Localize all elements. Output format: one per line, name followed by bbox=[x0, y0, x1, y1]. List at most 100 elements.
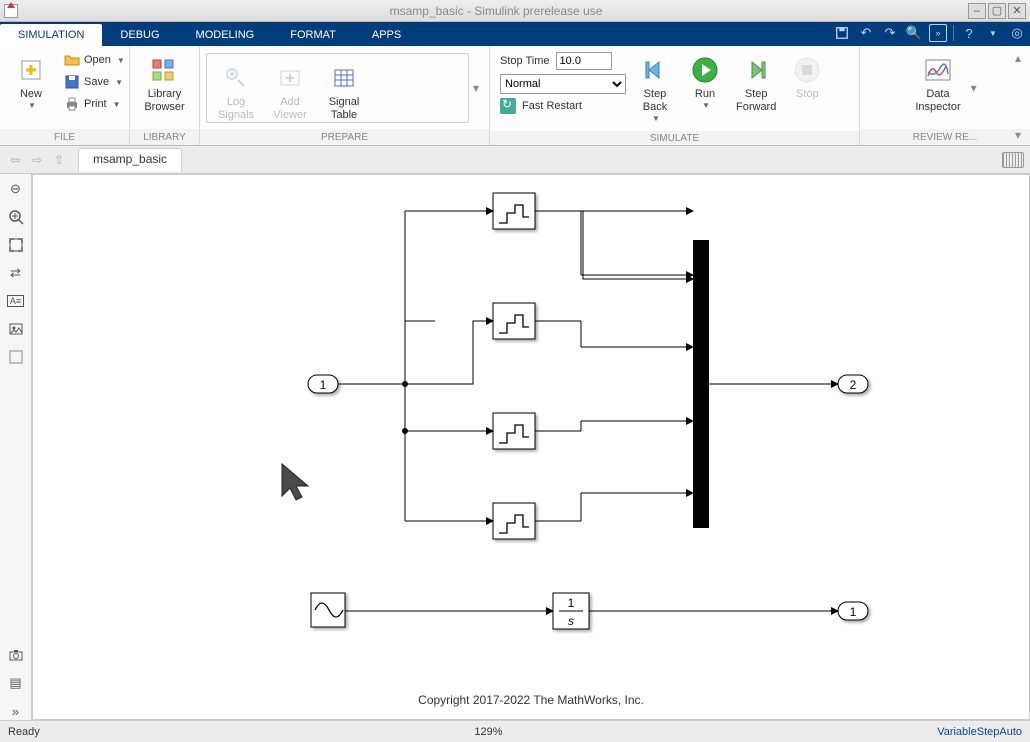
signal-table-icon bbox=[328, 62, 360, 94]
sine-wave-block[interactable] bbox=[311, 593, 345, 627]
zoh-block-1[interactable] bbox=[493, 193, 535, 229]
group-label-simulate: SIMULATE bbox=[490, 131, 859, 145]
svg-text:1: 1 bbox=[320, 378, 327, 392]
target-icon[interactable]: ◎ bbox=[1008, 24, 1026, 42]
log-signals-icon bbox=[220, 62, 252, 94]
window-title: msamp_basic - Simulink prerelease use bbox=[24, 4, 968, 18]
signal-table-button[interactable]: Signal Table bbox=[319, 58, 369, 126]
stop-icon bbox=[791, 54, 823, 86]
fast-restart-icon bbox=[500, 98, 516, 114]
group-label-review: REVIEW RE... bbox=[860, 129, 1030, 145]
step-forward-button[interactable]: Step Forward bbox=[730, 50, 782, 118]
status-bar: Ready 129% VariableStepAuto bbox=[0, 720, 1030, 742]
group-label-prepare: PREPARE bbox=[200, 129, 489, 145]
print-icon bbox=[64, 96, 80, 112]
close-button[interactable]: ✕ bbox=[1008, 3, 1026, 19]
toolstrip-expand-icon[interactable]: ▾ bbox=[1010, 127, 1026, 143]
integrator-block[interactable]: 1 s bbox=[553, 593, 589, 629]
maximize-button[interactable]: ▢ bbox=[988, 3, 1006, 19]
log-signals-button[interactable]: Log Signals bbox=[211, 58, 261, 126]
print-button[interactable]: Print ▼ bbox=[60, 94, 129, 114]
block-diagram: 1 2 bbox=[33, 175, 1029, 715]
group-label-library: LIBRARY bbox=[130, 129, 199, 145]
zoh-block-2[interactable] bbox=[493, 303, 535, 339]
save-icon bbox=[64, 74, 80, 90]
add-viewer-icon bbox=[274, 62, 306, 94]
hide-browser-icon[interactable]: ⊖ bbox=[7, 180, 25, 198]
more-icon[interactable]: » bbox=[7, 702, 25, 720]
help-dropdown-icon[interactable]: ▼ bbox=[984, 24, 1002, 42]
stop-time-input[interactable] bbox=[556, 52, 612, 70]
tab-apps[interactable]: APPS bbox=[354, 24, 419, 46]
prepare-expand-icon[interactable]: ▾ bbox=[469, 81, 483, 95]
svg-text:1: 1 bbox=[568, 596, 575, 610]
toolstrip-tabs: SIMULATION DEBUG MODELING FORMAT APPS ↶ … bbox=[0, 22, 1030, 46]
nav-forward-icon[interactable]: ⇨ bbox=[28, 151, 46, 169]
simulation-mode-select[interactable]: Normal bbox=[500, 74, 626, 94]
stop-time-label: Stop Time bbox=[500, 55, 550, 67]
window-titlebar: msamp_basic - Simulink prerelease use – … bbox=[0, 0, 1030, 22]
new-icon bbox=[15, 54, 47, 86]
model-tab[interactable]: msamp_basic bbox=[78, 148, 182, 172]
nav-up-icon[interactable]: ⇧ bbox=[50, 151, 68, 169]
review-expand-icon[interactable]: ▾ bbox=[967, 81, 981, 95]
chevron-down-icon: ▼ bbox=[28, 101, 36, 110]
fast-restart-button[interactable]: Fast Restart bbox=[500, 98, 626, 114]
svg-text:1: 1 bbox=[850, 605, 857, 619]
save-button[interactable]: Save ▼ bbox=[60, 72, 129, 92]
copyright-text: Copyright 2017-2022 The MathWorks, Inc. bbox=[33, 693, 1029, 707]
explorer-bar: ⇦ ⇨ ⇧ msamp_basic bbox=[0, 146, 1030, 174]
toolstrip-collapse-icon[interactable]: ▴ bbox=[1010, 50, 1026, 66]
library-browser-button[interactable]: Library Browser bbox=[138, 50, 190, 118]
undo-icon[interactable]: ↶ bbox=[857, 24, 875, 42]
svg-text:s: s bbox=[568, 614, 574, 628]
zoh-block-4[interactable] bbox=[493, 503, 535, 539]
folder-open-icon bbox=[64, 52, 80, 68]
status-zoom[interactable]: 129% bbox=[40, 726, 937, 738]
app-icon bbox=[4, 4, 18, 18]
zoh-block-3[interactable] bbox=[493, 413, 535, 449]
annotation-icon[interactable]: A≡ bbox=[7, 292, 25, 310]
mux-block[interactable] bbox=[693, 240, 709, 528]
canvas-palette: ⊖ ⇄ A≡ ▤ » bbox=[0, 174, 32, 720]
redo-icon[interactable]: ↷ bbox=[881, 24, 899, 42]
tab-modeling[interactable]: MODELING bbox=[178, 24, 273, 46]
image-icon[interactable] bbox=[7, 320, 25, 338]
group-label-file: FILE bbox=[0, 129, 129, 145]
step-back-button[interactable]: Step Back ▼ bbox=[630, 50, 680, 127]
inport-block[interactable]: 1 bbox=[308, 375, 338, 393]
library-icon bbox=[149, 54, 181, 86]
model-canvas[interactable]: 1 2 bbox=[32, 174, 1030, 720]
screenshot-icon[interactable] bbox=[7, 646, 25, 664]
keyboard-icon[interactable] bbox=[1002, 152, 1024, 168]
run-button[interactable]: Run ▼ bbox=[680, 50, 730, 114]
help-icon[interactable]: ? bbox=[960, 24, 978, 42]
tab-simulation[interactable]: SIMULATION bbox=[0, 24, 102, 46]
data-inspector-icon bbox=[922, 54, 954, 86]
shortcuts-icon[interactable]: » bbox=[929, 24, 947, 42]
step-forward-icon bbox=[740, 54, 772, 86]
step-back-icon bbox=[639, 54, 671, 86]
fit-to-view-icon[interactable] bbox=[7, 236, 25, 254]
data-inspector-button[interactable]: Data Inspector bbox=[909, 50, 966, 118]
add-viewer-button[interactable]: Add Viewer bbox=[265, 58, 315, 126]
new-button[interactable]: New ▼ bbox=[6, 50, 56, 114]
area-icon[interactable] bbox=[7, 348, 25, 366]
sample-time-icon[interactable]: ⇄ bbox=[7, 264, 25, 282]
status-left: Ready bbox=[8, 726, 40, 738]
tab-debug[interactable]: DEBUG bbox=[102, 24, 177, 46]
zoom-in-icon[interactable] bbox=[7, 208, 25, 226]
stop-button[interactable]: Stop bbox=[782, 50, 832, 105]
outport-block-top[interactable]: 2 bbox=[838, 375, 868, 393]
nav-back-icon[interactable]: ⇦ bbox=[6, 151, 24, 169]
toolstrip: New ▼ Open ▼ Save ▼ bbox=[0, 46, 1030, 146]
minimize-button[interactable]: – bbox=[968, 3, 986, 19]
status-solver[interactable]: VariableStepAuto bbox=[937, 726, 1022, 738]
viewmarks-icon[interactable]: ▤ bbox=[7, 674, 25, 692]
search-icon[interactable]: 🔍 bbox=[905, 24, 923, 42]
open-button[interactable]: Open ▼ bbox=[60, 50, 129, 70]
outport-block-bottom[interactable]: 1 bbox=[838, 602, 868, 620]
quick-save-icon[interactable] bbox=[833, 24, 851, 42]
run-icon bbox=[689, 54, 721, 86]
tab-format[interactable]: FORMAT bbox=[272, 24, 354, 46]
